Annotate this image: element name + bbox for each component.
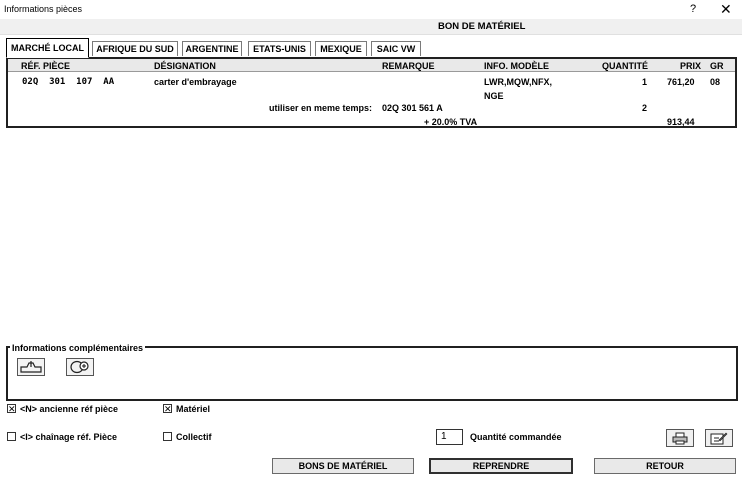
materiel-label: Matériel bbox=[176, 404, 211, 414]
quantity-label: Quantité commandée bbox=[470, 432, 562, 442]
col-designation: DÉSIGNATION bbox=[154, 61, 216, 71]
tva-label: + 20.0% TVA bbox=[424, 117, 478, 127]
col-gr: GR bbox=[710, 61, 724, 71]
part-view-icon[interactable] bbox=[17, 358, 45, 376]
part-info-line2: NGE bbox=[484, 91, 504, 101]
collectif-label: Collectif bbox=[176, 432, 212, 442]
tab-etats-unis[interactable]: ETATS-UNIS bbox=[248, 41, 311, 56]
col-prix: PRIX bbox=[680, 61, 702, 71]
tva-price: 913,44 bbox=[667, 117, 695, 127]
part-info-line1: LWR,MQW,NFX, bbox=[484, 77, 552, 87]
col-ref: RÉF. PIÈCE bbox=[21, 61, 71, 71]
ancienne-ref-checkbox[interactable]: ✕ bbox=[7, 404, 16, 414]
bons-de-materiel-button[interactable]: BONS DE MATÉRIEL bbox=[272, 458, 414, 474]
collectif-checkbox[interactable] bbox=[163, 432, 172, 441]
info-complementaires-label: Informations complémentaires bbox=[10, 343, 146, 353]
part-quantity: 1 bbox=[642, 77, 648, 87]
reprendre-button[interactable]: REPRENDRE bbox=[429, 458, 573, 474]
materiel-checkbox[interactable]: ✕ bbox=[163, 404, 172, 414]
info-complementaires-box bbox=[6, 346, 738, 401]
print-icon[interactable] bbox=[666, 429, 694, 447]
part-designation: carter d'embrayage bbox=[154, 77, 237, 87]
col-info-modele: INFO. MODÈLE bbox=[484, 61, 549, 71]
quantity-input[interactable]: 1 bbox=[436, 429, 463, 445]
col-quantite: QUANTITÉ bbox=[602, 61, 648, 71]
part-ref: 02Q 301 107 AA bbox=[22, 77, 115, 87]
chainage-ref-label: <I> chaînage réf. Pièce bbox=[20, 432, 118, 442]
also-use-qty: 2 bbox=[642, 103, 648, 113]
tab-marche-local[interactable]: MARCHÉ LOCAL bbox=[6, 38, 89, 58]
tab-argentine[interactable]: ARGENTINE bbox=[182, 41, 242, 56]
col-remarque: REMARQUE bbox=[382, 61, 435, 71]
also-use-ref: 02Q 301 561 A bbox=[382, 103, 443, 113]
tab-saic-vw[interactable]: SAIC VW bbox=[371, 41, 421, 56]
help-button[interactable]: ? bbox=[690, 3, 696, 15]
header-band: BON DE MATÉRIEL bbox=[0, 19, 742, 35]
title-bar: Informations pièces ? ✕ bbox=[0, 0, 742, 19]
zoom-in-icon[interactable] bbox=[66, 358, 94, 376]
part-gr: 08 bbox=[710, 77, 721, 87]
page-title: BON DE MATÉRIEL bbox=[438, 21, 526, 32]
part-price: 761,20 bbox=[667, 77, 695, 87]
edit-icon[interactable] bbox=[705, 429, 733, 447]
close-button[interactable]: ✕ bbox=[720, 1, 732, 18]
tab-mexique[interactable]: MEXIQUE bbox=[315, 41, 367, 56]
retour-button[interactable]: RETOUR bbox=[594, 458, 736, 474]
ancienne-ref-label: <N> ancienne réf pièce bbox=[20, 404, 119, 414]
window-title: Informations pièces bbox=[4, 4, 83, 14]
also-use-label: utiliser en meme temps: bbox=[269, 103, 373, 113]
chainage-ref-checkbox[interactable] bbox=[7, 432, 16, 441]
tab-afrique-du-sud[interactable]: AFRIQUE DU SUD bbox=[92, 41, 178, 56]
